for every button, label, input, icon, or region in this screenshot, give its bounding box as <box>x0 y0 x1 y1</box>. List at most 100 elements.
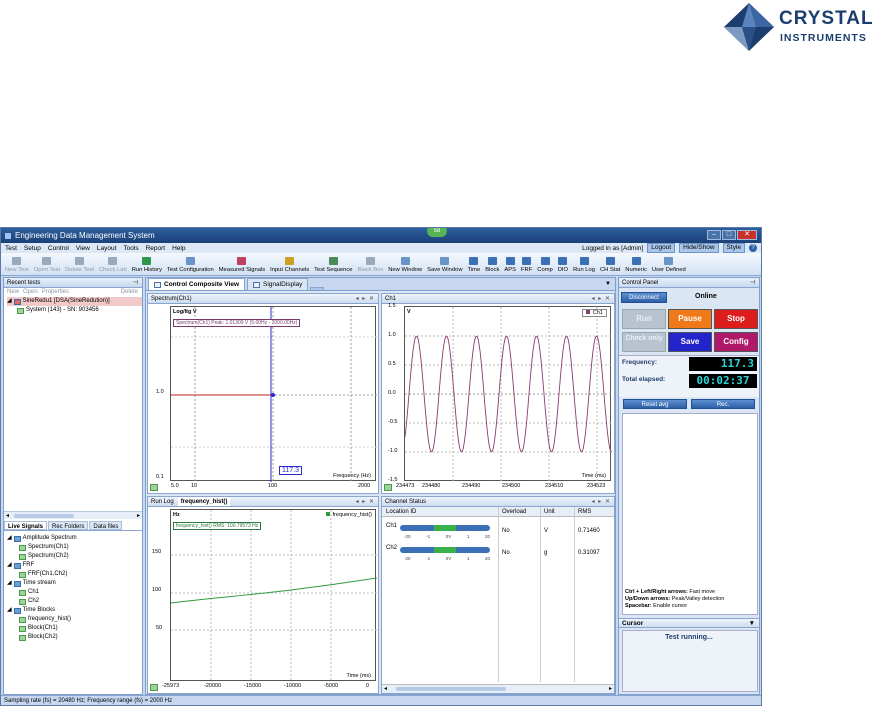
channel-status-row[interactable]: Ch1 No V 0.71460 -20 -1 0V 1 20 <box>382 523 614 545</box>
menu-view[interactable]: View <box>76 245 90 252</box>
frequency-plot[interactable]: Hz frequency_hist() RMS: 100.79573 Hz fr… <box>170 509 378 682</box>
menu-help[interactable]: Help <box>172 245 185 252</box>
meter-scale-label: 20 <box>484 556 490 561</box>
signal-item[interactable]: Spectrum(Ch1) <box>7 543 142 552</box>
signal-item[interactable]: Ch2 <box>7 597 142 606</box>
expand-icon[interactable]: ◢ <box>7 561 12 570</box>
expand-icon[interactable]: ◢ <box>7 606 12 615</box>
signal-group[interactable]: ◢ Amplitude Spectrum <box>7 534 142 543</box>
menu-tools[interactable]: Tools <box>123 245 138 252</box>
cursor-section[interactable]: Cursor ▼ <box>619 618 759 628</box>
signal-group[interactable]: ◢ Time stream <box>7 579 142 588</box>
minimize-icon[interactable]: – <box>707 230 721 240</box>
chevron-down-icon[interactable]: ▼ <box>749 619 755 628</box>
recent-test-item[interactable]: ◢ SineRedu1 [DSA(SineRedution)] <box>7 297 142 306</box>
menu-test[interactable]: Test <box>5 245 17 252</box>
col-location-id: Location ID <box>386 509 417 515</box>
toolbar-save-window-button[interactable]: Save Window <box>427 257 463 273</box>
help-icon[interactable]: ? <box>749 244 757 252</box>
new-tab-button[interactable] <box>310 287 325 290</box>
toolbar-test-sequence-button[interactable]: Test Sequence <box>314 257 352 273</box>
style-button[interactable]: Style <box>722 243 745 253</box>
pin-icon[interactable]: ⊣ <box>750 278 755 288</box>
toolbar-ch-stat-button[interactable]: CH Stat <box>600 257 620 273</box>
menu-control[interactable]: Control <box>48 245 69 252</box>
menu-layout[interactable]: Layout <box>97 245 117 252</box>
toolbar-input-channels-button[interactable]: Input Channels <box>270 257 309 273</box>
ch1-tab[interactable]: Ch1 <box>385 294 396 303</box>
menu-setup[interactable]: Setup <box>24 245 41 252</box>
toolbar-open-test-button[interactable]: Open Test <box>34 257 60 273</box>
toolbar-time-button[interactable]: Time <box>468 257 480 273</box>
toolbar-new-window-button[interactable]: New Window <box>388 257 422 273</box>
signal-item[interactable]: Spectrum(Ch2) <box>7 552 142 561</box>
run-button[interactable]: Run <box>622 309 666 329</box>
hide-show-button[interactable]: Hide/Show <box>679 243 719 253</box>
window-controls-icon[interactable]: ◂ ▸ ✕ <box>592 497 611 507</box>
open-link[interactable]: Open <box>23 288 38 297</box>
recent-test-system-item[interactable]: System (143) - SN: 903456 <box>7 306 142 315</box>
toolbar-comp-button[interactable]: Comp <box>537 257 553 273</box>
toolbar: New Test Open Test Delete Test Check Lab Run… <box>1 253 761 276</box>
toolbar-new-test-button[interactable]: New Test <box>5 257 29 273</box>
toolbar-check-lab-button[interactable]: Check Lab <box>99 257 127 273</box>
toolbar-run-log-button[interactable]: Run Log <box>573 257 595 273</box>
maximize-icon[interactable]: □ <box>722 230 736 240</box>
save-button[interactable]: Save <box>668 332 712 352</box>
signal-item[interactable]: Ch1 <box>7 588 142 597</box>
signal-item[interactable]: frequency_hist() <box>7 615 142 624</box>
stop-button[interactable]: Stop <box>714 309 758 329</box>
toolbar-measured-signals-button[interactable]: Measured Signals <box>219 257 265 273</box>
tab-data-files[interactable]: Data files <box>89 521 123 530</box>
horizontal-scrollbar[interactable]: ◂ ▸ <box>382 684 614 693</box>
signal-group[interactable]: ◢ Time Blocks <box>7 606 142 615</box>
toolbar-user-defined-button[interactable]: User Defined <box>652 257 686 273</box>
toolbar-numeric-button[interactable]: Numeric <box>625 257 647 273</box>
pin-icon[interactable]: ⊣ <box>133 278 138 288</box>
toolbar-icon <box>522 257 532 265</box>
menu-report[interactable]: Report <box>146 245 166 252</box>
window-controls-icon[interactable]: ◂ ▸ ✕ <box>356 497 375 507</box>
ch1-xtick: 234523 <box>587 483 606 489</box>
check-only-button[interactable]: Check only <box>622 332 666 352</box>
delete-link[interactable]: Delete <box>121 288 142 297</box>
toolbar-black-box-button[interactable]: Black Box <box>357 257 383 273</box>
toolbar-delete-test-button[interactable]: Delete Test <box>65 257 94 273</box>
spectrum-plot[interactable]: Log/Itg V Spectrum(Ch1) Peak: 1.01309 V … <box>170 306 377 482</box>
signal-item[interactable]: Block(Ch2) <box>7 633 142 642</box>
toolbar-run-history-button[interactable]: Run History <box>132 257 162 273</box>
window-controls-icon[interactable]: ◂ ▸ ✕ <box>356 294 375 304</box>
tab-rec-folders[interactable]: Rec Folders <box>48 521 89 530</box>
ch1-plot[interactable]: V Ch1 Time (ms) <box>404 306 612 482</box>
logout-button[interactable]: Logout <box>647 243 676 253</box>
signal-item[interactable]: FRF(Ch1,Ch2) <box>7 570 142 579</box>
reset-avg-button[interactable]: Reset avg <box>623 399 687 409</box>
toolbar-frf-button[interactable]: FRF <box>521 257 532 273</box>
tab-signal-display[interactable]: SignalDisplay <box>247 278 309 290</box>
toolbar-dio-button[interactable]: DIO <box>558 257 568 273</box>
signal-group[interactable]: ◢ FRF <box>7 561 142 570</box>
toolbar-block-button[interactable]: Block <box>485 257 499 273</box>
spectrum-tab[interactable]: Spectrum(Ch1) <box>151 294 192 303</box>
tab-control-composite-view[interactable]: Control Composite View <box>148 278 245 290</box>
expand-icon[interactable]: ◢ <box>7 579 12 588</box>
properties-link[interactable]: Properties <box>42 288 69 297</box>
new-link[interactable]: New <box>7 288 19 297</box>
frequency-hist-tab[interactable]: frequency_hist() <box>177 497 231 506</box>
disconnect-button[interactable]: Disconnect <box>621 292 667 303</box>
channel-status-row[interactable]: Ch2 No g 0.31097 -20 -1 0V 1 20 <box>382 545 614 567</box>
window-controls-icon[interactable]: ◂ ▸ ✕ <box>592 294 611 304</box>
rec-button[interactable]: Rec. <box>691 399 755 409</box>
horizontal-scrollbar[interactable]: ◂ ▸ <box>4 511 142 519</box>
toolbar-aps-button[interactable]: APS <box>504 257 516 273</box>
tabs-dropdown-icon[interactable]: ▼ <box>605 281 611 287</box>
config-button[interactable]: Config <box>714 332 758 352</box>
channel-status-tab[interactable]: Channel Status <box>385 497 426 506</box>
signal-item[interactable]: Block(Ch1) <box>7 624 142 633</box>
pause-button[interactable]: Pause <box>668 309 712 329</box>
close-icon[interactable]: ✕ <box>737 230 757 240</box>
expand-icon[interactable]: ◢ <box>7 534 12 543</box>
tab-live-signals[interactable]: Live Signals <box>4 521 48 530</box>
toolbar-test-configuration-button[interactable]: Test Configuration <box>167 257 214 273</box>
run-log-tab[interactable]: Run Log <box>151 497 174 506</box>
